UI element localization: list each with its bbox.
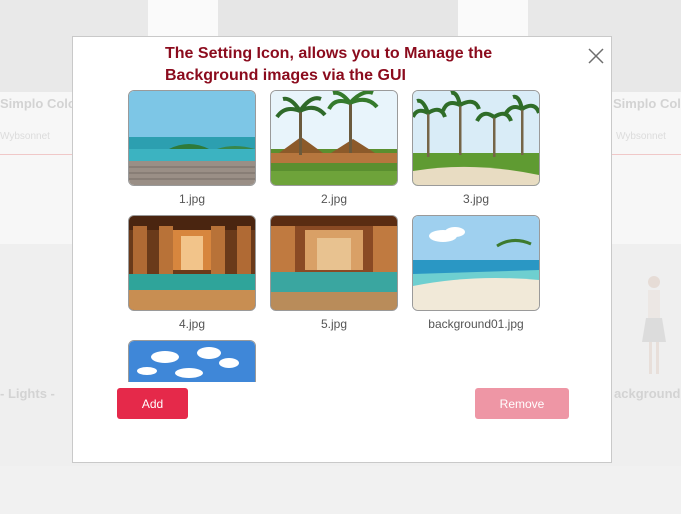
dialog-title: The Setting Icon, allows you to Manage t…	[165, 45, 493, 84]
image-item: 5.jpg	[270, 215, 398, 331]
image-item: background01.jpg	[412, 215, 540, 331]
manage-backgrounds-dialog: The Setting Icon, allows you to Manage t…	[72, 36, 612, 463]
image-item	[128, 340, 256, 382]
image-item: 4.jpg	[128, 215, 256, 331]
palm-beach-photo[interactable]	[412, 90, 540, 186]
background-card-title: Simplo Colo	[613, 96, 681, 111]
pool-pavilion-photo[interactable]	[128, 215, 256, 311]
image-filename: 5.jpg	[320, 317, 348, 331]
palm-resort-photo[interactable]	[270, 90, 398, 186]
background-divider	[612, 154, 681, 155]
image-gallery[interactable]: 1.jpg 2.jpg 3.jpg 4.jpg 5.jpg background…	[128, 90, 558, 382]
pool-courtyard-photo[interactable]	[270, 215, 398, 311]
close-icon[interactable]	[587, 47, 605, 65]
image-filename: background01.jpg	[428, 317, 524, 331]
image-filename: 3.jpg	[462, 192, 490, 206]
background-card-title: ackground	[614, 386, 681, 401]
sky-clouds-photo[interactable]	[128, 340, 256, 382]
image-item: 3.jpg	[412, 90, 540, 206]
background-card-title: Simplo Colo	[0, 96, 76, 111]
image-filename: 1.jpg	[178, 192, 206, 206]
background-card-subtitle: Wybsonnet	[0, 131, 50, 142]
ocean-pier-photo[interactable]	[128, 90, 256, 186]
background-card-title: - Lights -	[0, 386, 55, 401]
image-filename: 4.jpg	[178, 317, 206, 331]
image-item: 1.jpg	[128, 90, 256, 206]
add-button[interactable]: Add	[117, 388, 188, 419]
image-filename: 2.jpg	[320, 192, 348, 206]
remove-button[interactable]: Remove	[475, 388, 569, 419]
background-card-subtitle: Wybsonnet	[616, 131, 666, 142]
image-item: 2.jpg	[270, 90, 398, 206]
background-divider	[0, 154, 72, 155]
beach-shore-photo[interactable]	[412, 215, 540, 311]
person-figure-icon	[642, 276, 666, 374]
